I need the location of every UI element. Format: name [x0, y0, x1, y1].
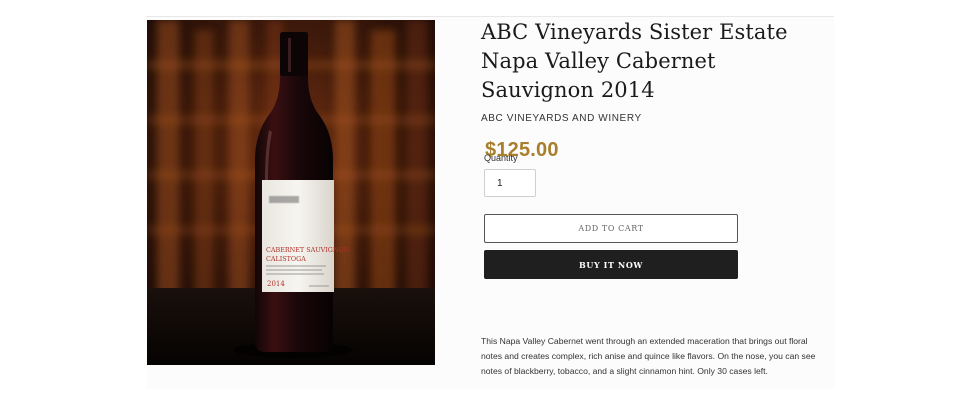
quantity-input[interactable]	[484, 169, 536, 197]
product-page: CABERNET SAUVIGNON CALISTOGA 2014 ABC Vi…	[0, 0, 980, 400]
buy-it-now-button[interactable]: BUY IT NOW	[484, 250, 738, 279]
product-title: ABC Vineyards Sister Estate Napa Valley …	[481, 20, 788, 102]
product-info: ABC Vineyards Sister Estate Napa Valley …	[481, 18, 831, 376]
wine-bottle-photo: CABERNET SAUVIGNON CALISTOGA 2014	[147, 20, 435, 365]
product-price: $125.00	[485, 139, 559, 161]
quantity-label: Quantity	[484, 153, 518, 163]
product-image[interactable]: CABERNET SAUVIGNON CALISTOGA 2014	[147, 20, 435, 365]
bottle-label-subtext: CALISTOGA	[266, 255, 306, 263]
bottle-label-year: 2014	[267, 280, 285, 288]
bottle-label-text: CABERNET SAUVIGNON	[266, 246, 350, 254]
add-to-cart-button[interactable]: ADD TO CART	[484, 214, 738, 243]
product-description: This Napa Valley Cabernet went through a…	[481, 336, 816, 376]
product-vendor[interactable]: ABC VINEYARDS AND WINERY	[481, 113, 831, 124]
